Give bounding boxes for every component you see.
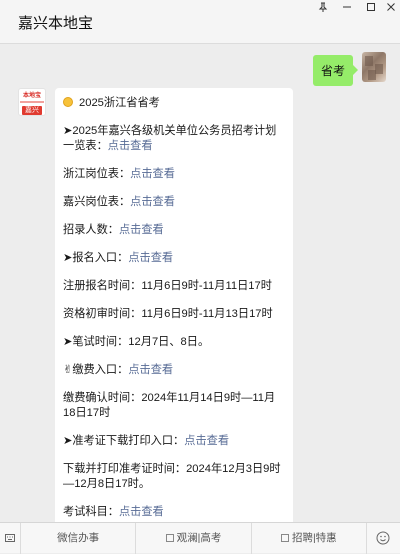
chat-area[interactable]: 省考 本地宝 嘉兴 2025浙江省省考 ➤2025年嘉兴各级机关单位公务员招考计… [0, 44, 400, 522]
plan-label: ➤2025年嘉兴各级机关单位公务员招考计划一览表： [63, 125, 277, 152]
menu-tab-wechat-services[interactable]: 微信办事 [20, 522, 135, 554]
title-bar: 嘉兴本地宝 [0, 0, 400, 44]
bot-message-row: 本地宝 嘉兴 2025浙江省省考 ➤2025年嘉兴各级机关单位公务员招考计划一览… [18, 88, 293, 522]
zj-positions-link[interactable]: 点击查看 [130, 168, 175, 180]
zj-positions-label: 浙江岗位表： [63, 168, 131, 180]
signup-label: ➤报名入口： [63, 252, 129, 264]
bot-avatar-divider [20, 101, 44, 103]
signup-line: ➤报名入口：点击查看 [63, 251, 283, 266]
admission-ticket-label: ➤准考证下载打印入口： [63, 435, 185, 447]
payment-confirm-time: 缴费确认时间：2024年11月14日9时—11月18日17时 [63, 392, 276, 419]
menu-tab-label: 观澜|高考 [176, 531, 222, 544]
maximize-icon[interactable] [360, 0, 382, 14]
bot-avatar-brand: 本地宝 [22, 93, 41, 99]
pin-icon[interactable] [312, 0, 334, 14]
jx-positions-link[interactable]: 点击查看 [130, 196, 175, 208]
keyboard-toggle-icon[interactable] [0, 523, 20, 554]
user-avatar[interactable] [362, 52, 386, 82]
close-icon[interactable] [380, 0, 400, 14]
review-time: 资格初审时间：11月6日9时-11月13日17时 [63, 308, 273, 320]
payment-line: ✌缴费入口：点击查看 [63, 363, 283, 378]
admission-ticket-line: ➤准考证下载打印入口：点击查看 [63, 434, 283, 449]
message-heading-line: 2025浙江省省考 [63, 96, 283, 111]
plan-line: ➤2025年嘉兴各级机关单位公务员招考计划一览表：点击查看 [63, 124, 283, 154]
plan-link[interactable]: 点击查看 [108, 140, 153, 152]
emoji-icon[interactable] [365, 522, 400, 554]
user-message-row: 省考 [312, 52, 386, 86]
exam-subject-line: 考试科目：点击查看 [63, 505, 283, 520]
admission-ticket-link[interactable]: 点击查看 [184, 435, 229, 447]
register-time: 注册报名时间：11月6日9时-11月11日17时 [63, 280, 272, 292]
bottom-menu-bar: 微信办事 观澜|高考 招聘|特惠 [0, 522, 400, 554]
exam-subject-label: 考试科目： [63, 506, 119, 518]
sun-emoji-icon [63, 97, 73, 107]
exam-date: ➤笔试时间：12月7日、8日。 [63, 336, 210, 348]
user-message-bubble[interactable]: 省考 [312, 55, 359, 86]
menu-tab-jobs[interactable]: 招聘|特惠 [250, 522, 366, 554]
menu-tab-label: 微信办事 [57, 531, 100, 544]
admission-ticket-time: 下载并打印准考证时间：2024年12月3日9时—12月8日17时。 [63, 463, 281, 490]
message-heading: 2025浙江省省考 [79, 97, 160, 109]
payment-link[interactable]: 点击查看 [128, 364, 173, 376]
recruit-count-label: 招录人数： [63, 224, 119, 236]
submenu-icon [280, 533, 289, 542]
window-title: 嘉兴本地宝 [18, 15, 94, 32]
bot-message-bubble: 2025浙江省省考 ➤2025年嘉兴各级机关单位公务员招考计划一览表：点击查看 … [55, 88, 293, 522]
submenu-icon [165, 533, 174, 542]
jx-positions-label: 嘉兴岗位表： [63, 196, 131, 208]
exam-subject-link[interactable]: 点击查看 [119, 506, 164, 518]
recruit-count-link[interactable]: 点击查看 [119, 224, 164, 236]
bot-avatar[interactable]: 本地宝 嘉兴 [18, 88, 46, 116]
signup-link[interactable]: 点击查看 [128, 252, 173, 264]
menu-tab-exam[interactable]: 观澜|高考 [135, 522, 250, 554]
bot-avatar-city: 嘉兴 [22, 106, 42, 115]
recruit-count-line: 招录人数：点击查看 [63, 223, 283, 238]
payment-label: ✌缴费入口： [63, 364, 129, 376]
minimize-icon[interactable] [336, 0, 358, 14]
jx-positions-line: 嘉兴岗位表：点击查看 [63, 195, 283, 210]
zj-positions-line: 浙江岗位表：点击查看 [63, 167, 283, 182]
menu-tab-label: 招聘|特惠 [291, 531, 337, 544]
